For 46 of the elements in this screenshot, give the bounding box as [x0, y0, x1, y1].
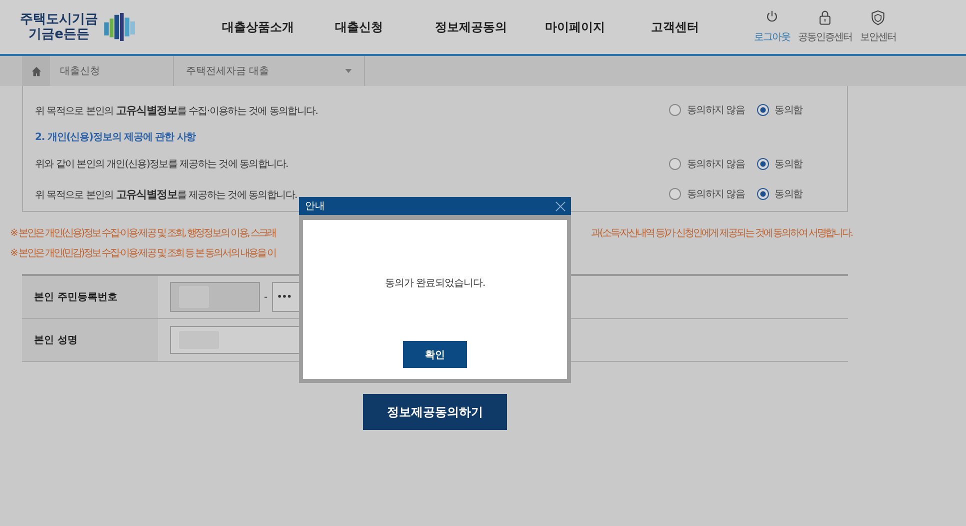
radio-label: 동의하지 않음	[687, 188, 745, 201]
notice-text: ※ 본인은 개인(민감)정보 수집·이용·제공 및 조회 등 본 동의서의 내용을 이	[10, 247, 276, 260]
notice-text: ※ 본인은 개인(신용)정보 수집·이용·제공 및 조회, 행정정보의 이용, 스크래	[10, 227, 276, 240]
home-button[interactable]	[22, 56, 50, 86]
product-dropdown[interactable]: 주택전세자금 대출	[173, 56, 365, 86]
confirm-button[interactable]: 확인	[403, 341, 467, 368]
radio-label: 동의함	[774, 188, 802, 201]
close-button[interactable]	[553, 199, 567, 213]
radio-button[interactable]	[669, 188, 681, 200]
field-label: 본인 주민등록번호	[22, 276, 158, 318]
nav-link[interactable]: 마이페이지	[530, 18, 620, 36]
dialog-title: 안내	[305, 200, 325, 213]
close-icon	[554, 200, 566, 212]
logo-text: 주택도시기금	[20, 12, 98, 27]
nav-link[interactable]: 정보제공동의	[416, 18, 526, 36]
caret-icon	[345, 69, 352, 73]
radio-button[interactable]	[756, 158, 769, 170]
home-icon	[30, 66, 42, 76]
logo-bars-icon	[104, 13, 136, 41]
radio-button[interactable]	[756, 104, 769, 116]
radio-label: 동의함	[774, 158, 802, 171]
logo-text: 기금e든든	[28, 27, 90, 42]
utility-link[interactable]: 보안센터	[856, 10, 900, 44]
radio-button[interactable]	[669, 158, 681, 170]
radio-label: 동의하지 않음	[687, 158, 745, 171]
shield-icon	[870, 10, 886, 26]
input-field[interactable]	[170, 282, 260, 312]
radio-label: 동의함	[774, 104, 802, 117]
consent-statement: 위 목적으로 본인의 고유식별정보를 수집·이용하는 것에 동의합니다.	[35, 102, 318, 118]
radio-label: 동의하지 않음	[687, 104, 745, 117]
lock-icon	[817, 10, 833, 26]
utility-link[interactable]: 공동인증센터	[798, 10, 852, 44]
section-heading: 2. 개인(신용)정보의 제공에 관한 사항	[35, 131, 196, 144]
nav-link[interactable]: 고객센터	[630, 18, 720, 36]
field-label: 본인 성명	[22, 319, 158, 361]
nav-link[interactable]: 대출신청	[314, 18, 404, 36]
submit-button[interactable]: 정보제공동의하기	[363, 394, 507, 430]
nav-link[interactable]: 대출상품소개	[212, 18, 304, 36]
radio-button[interactable]	[669, 104, 681, 116]
radio-button[interactable]	[756, 188, 769, 200]
dialog-message: 동의가 완료되었습니다.	[384, 277, 486, 290]
consent-statement: 위와 같이 본인의 개인(신용)정보를 제공하는 것에 동의합니다.	[35, 158, 288, 171]
separator-text: -	[264, 292, 268, 302]
consent-statement: 위 목적으로 본인의 고유식별정보를 제공하는 것에 동의합니다.	[35, 186, 297, 202]
breadcrumb-link[interactable]: 대출신청	[50, 56, 173, 86]
notice-text: 과(소득·자산내역 등)가 신청인에게 제공되는 것에 동의하여 서명합니다.	[591, 227, 852, 240]
